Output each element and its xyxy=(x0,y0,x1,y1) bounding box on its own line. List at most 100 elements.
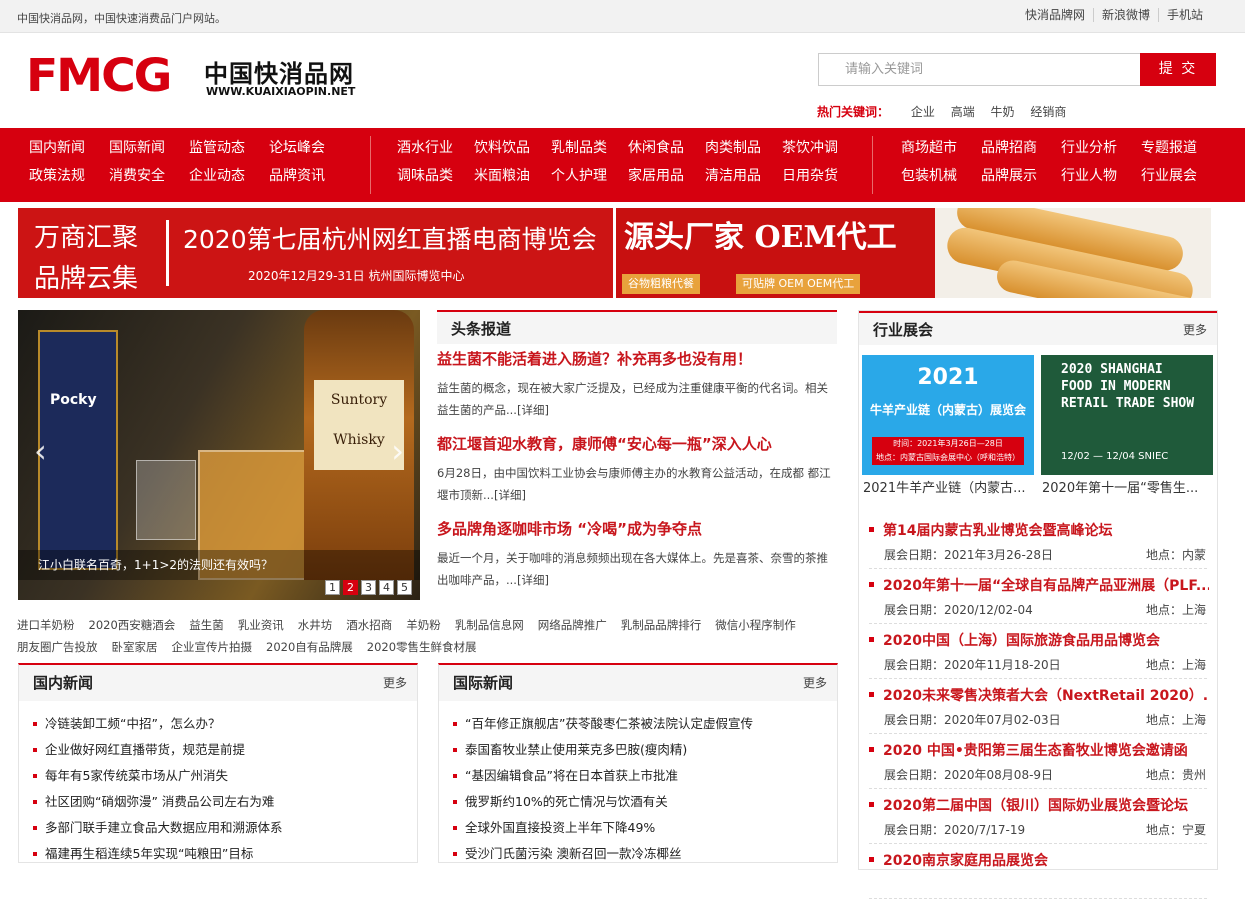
nav-item[interactable]: 乳制品类 xyxy=(551,138,628,158)
nav-item[interactable]: 品牌资讯 xyxy=(269,166,349,186)
news-item[interactable]: 企业做好网红直播带货，规范是前提 xyxy=(33,737,417,763)
nav-item[interactable]: 企业动态 xyxy=(189,166,269,186)
slider-page-button[interactable]: 3 xyxy=(361,580,376,595)
expo-title[interactable]: 2020年第十一届“全球自有品牌产品亚洲展（PLF... xyxy=(869,575,1209,595)
hot-keyword[interactable]: 高端 xyxy=(951,105,975,119)
banner-hangzhou-expo[interactable]: 万商汇聚 品牌云集 2020第七届杭州网红直播电商博览会 2020年12月29-… xyxy=(18,208,613,298)
nav-item[interactable]: 品牌招商 xyxy=(981,138,1061,158)
expo-image-cattle[interactable]: 2021 牛羊产业链（内蒙古）展览会 时间：2021年3月26日—28日 地点：内… xyxy=(862,355,1034,475)
section-title: 头条报道 xyxy=(451,320,512,338)
nav-item[interactable]: 饮料饮品 xyxy=(474,138,551,158)
tag-link[interactable]: 2020西安糖酒会 xyxy=(89,618,176,632)
tag-link[interactable]: 网络品牌推广 xyxy=(538,618,607,632)
more-link[interactable]: 更多 xyxy=(1183,321,1207,338)
tag-link[interactable]: 乳制品品牌排行 xyxy=(621,618,702,632)
tag-link[interactable]: 乳制品信息网 xyxy=(455,618,524,632)
tag-link[interactable]: 水井坊 xyxy=(298,618,333,632)
nav-item[interactable]: 个人护理 xyxy=(551,166,628,186)
nav-item[interactable]: 茶饮冲调 xyxy=(782,138,859,158)
nav-item[interactable]: 国内新闻 xyxy=(29,138,109,158)
news-item[interactable]: 泰国畜牧业禁止使用莱克多巴胺(瘦肉精) xyxy=(453,737,837,763)
nav-item[interactable]: 论坛峰会 xyxy=(269,138,349,158)
tag-link[interactable]: 酒水招商 xyxy=(346,618,392,632)
nav-item[interactable]: 行业分析 xyxy=(1061,138,1141,158)
nav-item[interactable]: 酒水行业 xyxy=(397,138,474,158)
news-item[interactable]: “基因编辑食品”将在日本首获上市批准 xyxy=(453,763,837,789)
more-link[interactable]: 更多 xyxy=(803,674,827,691)
nav-item[interactable]: 调味品类 xyxy=(397,166,474,186)
expo-title[interactable]: 2020未来零售决策者大会（NextRetail 2020）... xyxy=(869,685,1209,705)
news-item[interactable]: 每年有5家传统菜市场从广州消失 xyxy=(33,763,417,789)
site-logo[interactable]: FMCG 中国快消品网 WWW.KUAIXIAOPIN.NET xyxy=(26,49,356,102)
slider-page-button[interactable]: 4 xyxy=(379,580,394,595)
search-submit-button[interactable]: 提 交 xyxy=(1140,53,1216,86)
tag-link[interactable]: 羊奶粉 xyxy=(406,618,441,632)
tag-link[interactable]: 进口羊奶粉 xyxy=(17,618,75,632)
hot-keyword[interactable]: 经销商 xyxy=(1030,105,1066,119)
tag-link[interactable]: 微信小程序制作 xyxy=(715,618,796,632)
nav-item[interactable]: 行业人物 xyxy=(1061,166,1141,186)
link-brand-site[interactable]: 快消品牌网 xyxy=(1017,8,1093,22)
headline-title[interactable]: 多品牌角逐咖啡市场 “冷喝”成为争夺点 xyxy=(437,518,837,539)
link-weibo[interactable]: 新浪微博 xyxy=(1092,8,1158,22)
tag-link[interactable]: 益生菌 xyxy=(189,618,224,632)
nav-item[interactable]: 日用杂货 xyxy=(782,166,859,186)
news-item[interactable]: 多部门联手建立食品大数据应用和溯源体系 xyxy=(33,815,417,841)
headline-title[interactable]: 都江堰首迎水教育，康师傅“安心每一瓶”深入人心 xyxy=(437,433,837,454)
nav-item[interactable]: 消费安全 xyxy=(109,166,189,186)
nav-item[interactable]: 行业展会 xyxy=(1141,166,1221,186)
news-item[interactable]: “百年修正旗舰店”茯苓酸枣仁茶被法院认定虚假宣传 xyxy=(453,711,837,737)
banner-oem[interactable]: 源头厂家 OEM代工 谷物粗粮代餐 可贴牌 OEM OEM代工 xyxy=(616,208,1211,298)
nav-item[interactable]: 政策法规 xyxy=(29,166,109,186)
expo-title[interactable]: 2020第二届中国（银川）国际奶业展览会暨论坛 xyxy=(869,795,1209,815)
tag-link[interactable]: 卧室家居 xyxy=(112,640,158,654)
expo-title[interactable]: 第14届内蒙古乳业博览会暨高峰论坛 xyxy=(869,520,1209,540)
tag-link[interactable]: 2020自有品牌展 xyxy=(266,640,353,654)
headline-title[interactable]: 益生菌不能活着进入肠道？补充再多也没有用！ xyxy=(437,348,837,369)
expo-caption[interactable]: 2021牛羊产业链（内蒙古... xyxy=(863,477,1033,496)
nav-item[interactable]: 米面粮油 xyxy=(474,166,551,186)
nav-item[interactable]: 清洁用品 xyxy=(705,166,782,186)
nav-item[interactable]: 品牌展示 xyxy=(981,166,1061,186)
tag-link[interactable]: 2020零售生鲜食材展 xyxy=(367,640,477,654)
nav-item[interactable]: 包装机械 xyxy=(901,166,981,186)
hot-keyword[interactable]: 牛奶 xyxy=(991,105,1015,119)
expo-title[interactable]: 2020南京家庭用品展览会 xyxy=(869,850,1209,870)
tag-link[interactable]: 企业宣传片拍摄 xyxy=(172,640,253,654)
top-links: 快消品牌网 新浪微博 手机站 xyxy=(1017,8,1211,22)
logo-mark: FMCG xyxy=(26,49,172,102)
news-item[interactable]: 福建再生稻连续5年实现“吨粮田”目标 xyxy=(33,841,417,867)
news-item[interactable]: 受沙门氏菌污染 澳新召回一款冷冻椰丝 xyxy=(453,841,837,867)
slider-page-button[interactable]: 1 xyxy=(325,580,340,595)
banner-line-1: 万商汇聚 xyxy=(34,223,139,253)
hot-keyword[interactable]: 企业 xyxy=(911,105,935,119)
slide-caption[interactable]: 江小白联名百奇，1+1>2的法则还有效吗？ xyxy=(18,550,420,580)
expo-image-retail[interactable]: 2020 SHANGHAI FOOD IN MODERN RETAIL TRADE … xyxy=(1041,355,1213,475)
news-item[interactable]: 社区团购“硝烟弥漫” 消费品公司左右为难 xyxy=(33,789,417,815)
expo-title[interactable]: 2020中国（上海）国际旅游食品用品博览会 xyxy=(869,630,1209,650)
link-mobile[interactable]: 手机站 xyxy=(1157,8,1211,22)
news-item[interactable]: 冷链装卸工频“中招”，怎么办？ xyxy=(33,711,417,737)
slider-page-button[interactable]: 2 xyxy=(343,580,358,595)
nav-item[interactable]: 国际新闻 xyxy=(109,138,189,158)
nav-item[interactable]: 家居用品 xyxy=(628,166,705,186)
tag-link[interactable]: 乳业资讯 xyxy=(238,618,284,632)
news-item[interactable]: 俄罗斯约10%的死亡情况与饮酒有关 xyxy=(453,789,837,815)
expo-date: 展会日期：2020/7/17-19 xyxy=(884,823,1026,837)
news-item[interactable]: 全球外国直接投资上半年下降49% xyxy=(453,815,837,841)
nav-item[interactable]: 休闲食品 xyxy=(628,138,705,158)
tag-link[interactable]: 朋友圈广告投放 xyxy=(17,640,98,654)
slider-next-icon[interactable]: › xyxy=(391,435,404,467)
more-link[interactable]: 更多 xyxy=(383,674,407,691)
slider-page-button[interactable]: 5 xyxy=(397,580,412,595)
nav-item[interactable]: 肉类制品 xyxy=(705,138,782,158)
nav-item[interactable]: 专题报道 xyxy=(1141,138,1221,158)
expo-caption[interactable]: 2020年第十一届“零售生... xyxy=(1042,477,1212,496)
nav-item[interactable]: 监管动态 xyxy=(189,138,269,158)
main-nav: 国内新闻 国际新闻 监管动态 论坛峰会政策法规 消费安全 企业动态 品牌资讯 酒水行业 饮料饮… xyxy=(0,128,1245,202)
nav-item[interactable]: 商场超市 xyxy=(901,138,981,158)
search-input[interactable]: 请输入关键词 xyxy=(818,53,1140,86)
slider-prev-icon[interactable]: ‹ xyxy=(34,435,47,467)
expo-title[interactable]: 2020 中国•贵阳第三届生态畜牧业博览会邀请函 xyxy=(869,740,1209,760)
image-slider[interactable]: Pocky Suntory Whisky ‹ › 江小白联名百奇，1+1>2的法… xyxy=(18,310,420,600)
